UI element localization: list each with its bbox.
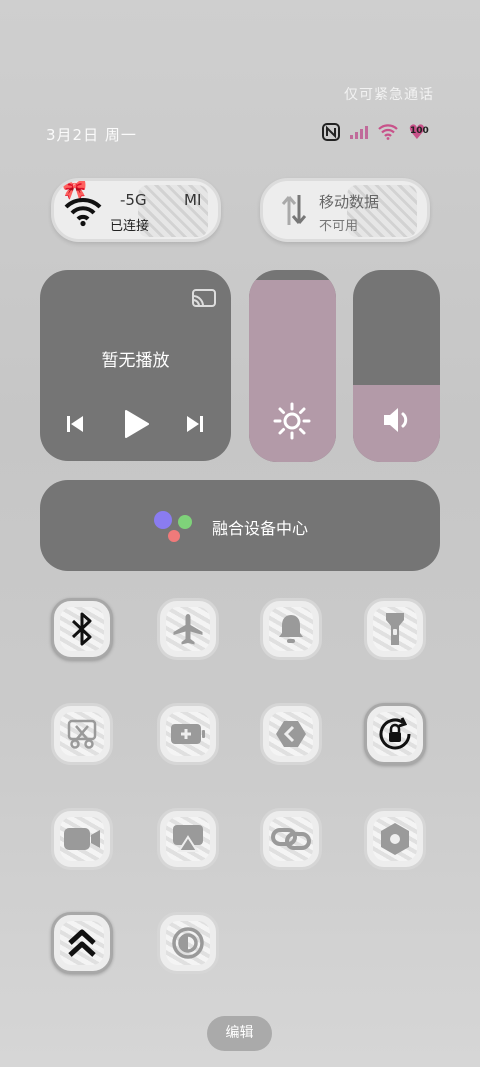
wifi-name-extra: MI	[184, 191, 202, 209]
wifi-name: -5G	[120, 191, 147, 209]
brightness-icon	[273, 402, 311, 440]
rotation-lock-toggle[interactable]	[364, 703, 426, 765]
airplane-icon	[173, 614, 203, 645]
contrast-icon	[172, 927, 204, 959]
next-icon	[187, 416, 203, 432]
emergency-call-text: 仅可紧急通话	[344, 87, 434, 103]
mobile-data-icon	[281, 195, 307, 225]
play-button[interactable]	[120, 410, 152, 438]
screen-recorder-toggle[interactable]	[51, 808, 113, 870]
status-icons: ♥ 100	[322, 122, 434, 142]
cast-screen-toggle[interactable]	[157, 808, 219, 870]
silent-toggle[interactable]	[260, 598, 322, 660]
dark-mode-toggle[interactable]	[157, 912, 219, 974]
battery-saver-toggle[interactable]	[157, 703, 219, 765]
rotation-lock-icon	[379, 717, 411, 750]
device-fusion-center-button[interactable]: 融合设备中心	[40, 480, 440, 571]
previous-button[interactable]	[60, 410, 90, 438]
fusion-label: 融合设备中心	[212, 519, 309, 538]
bluetooth-toggle[interactable]	[51, 598, 113, 660]
hexagon-nut-icon	[381, 823, 409, 855]
performance-mode-toggle[interactable]	[51, 912, 113, 974]
battery-indicator: ♥ 100	[408, 122, 434, 142]
double-chevron-up-icon	[68, 929, 96, 957]
edit-button[interactable]: 编辑	[207, 1016, 272, 1051]
speaker-icon	[384, 408, 408, 432]
video-camera-icon	[64, 828, 100, 850]
media-player-card[interactable]: 暂无播放	[40, 270, 231, 461]
flashlight-icon	[386, 613, 404, 645]
mi-share-toggle[interactable]	[260, 703, 322, 765]
signal-icon	[350, 126, 368, 139]
wifi-pill-button[interactable]: 🎀 -5G MI 已连接	[51, 178, 221, 242]
volume-slider[interactable]	[353, 270, 440, 462]
screen-cast-icon	[173, 825, 203, 852]
cast-icon[interactable]	[191, 288, 217, 310]
battery-level: 100	[410, 126, 429, 136]
play-icon	[125, 410, 149, 438]
assistant-dots-icon	[154, 511, 192, 542]
date-text: 3月2日 周一	[46, 126, 137, 144]
scissors-icon	[67, 719, 97, 749]
share-chevron-icon	[276, 721, 306, 747]
screenshot-toggle[interactable]	[51, 703, 113, 765]
bell-icon	[279, 615, 303, 643]
next-button[interactable]	[180, 410, 210, 438]
link-icon	[271, 828, 311, 850]
airplane-toggle[interactable]	[157, 598, 219, 660]
brightness-slider[interactable]	[249, 270, 336, 462]
battery-plus-icon	[171, 724, 205, 744]
wifi-status: 已连接	[110, 219, 150, 234]
settings-hex-toggle[interactable]	[364, 808, 426, 870]
mobile-data-pill-button[interactable]: 移动数据 不可用	[260, 178, 430, 242]
bluetooth-icon	[71, 612, 92, 646]
wifi-icon	[64, 197, 102, 227]
previous-icon	[67, 416, 83, 432]
mobile-data-name: 移动数据	[319, 193, 380, 211]
media-title: 暂无播放	[101, 351, 170, 371]
flashlight-toggle[interactable]	[364, 598, 426, 660]
mobile-data-status: 不可用	[319, 219, 359, 234]
link-toggle[interactable]	[260, 808, 322, 870]
nfc-icon	[322, 123, 340, 141]
wifi-status-icon	[378, 124, 398, 140]
